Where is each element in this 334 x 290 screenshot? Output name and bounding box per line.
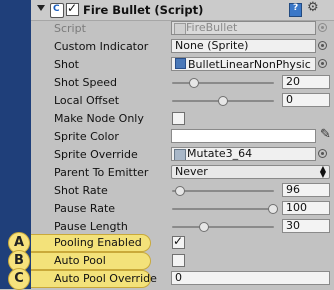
script-icon [50,3,64,18]
shot-rate-slider-track[interactable] [172,190,274,192]
sprite-color-label: Sprite Color [54,130,119,143]
row-sprite-color: Sprite Color ✎ [31,127,334,146]
pause-rate-slider-track[interactable] [172,208,274,210]
shot-value: BulletLinearNonPhysic [188,58,311,71]
custom-indicator-picker-icon[interactable] [318,41,327,50]
callout-badge-c: C [8,268,30,290]
pause-length-slider-track[interactable] [172,226,274,228]
script-field: FireBullet [171,21,316,35]
make-node-only-label: Make Node Only [54,112,144,125]
foldout-arrow-icon[interactable] [37,5,45,11]
parent-to-emitter-label: Parent To Emitter [54,166,149,179]
shot-speed-input[interactable]: 20 [282,75,330,89]
row-shot: Shot BulletLinearNonPhysic [31,56,334,74]
script-value: FireBullet [186,21,238,34]
pooling-enabled-label: Pooling Enabled [54,236,142,249]
row-shot-speed: Shot Speed 20 [31,74,334,92]
auto-pool-override-input[interactable]: 0 [171,271,330,285]
auto-pool-checkbox[interactable] [172,254,185,267]
sprite-thumbnail-icon [174,149,186,160]
row-pooling-enabled: Pooling Enabled [31,234,334,252]
shot-rate-slider-thumb[interactable] [175,186,185,196]
local-offset-slider-thumb[interactable] [218,96,228,106]
parent-to-emitter-value: Never [175,165,208,178]
auto-pool-label: Auto Pool [54,254,106,267]
pause-rate-input[interactable]: 100 [282,201,330,215]
shot-label: Shot [54,58,79,71]
inspector-panel: Fire Bullet (Script) ⚙ Script FireBullet… [31,0,334,289]
row-auto-pool-override: Auto Pool Override 0 [31,270,334,288]
pause-rate-label: Pause Rate [54,202,116,215]
make-node-only-checkbox[interactable] [172,112,185,125]
shot-picker-icon[interactable] [318,59,327,68]
shot-rate-input[interactable]: 96 [282,183,330,197]
parent-to-emitter-dropdown[interactable]: Never ▲ ▼ [171,165,330,179]
row-local-offset: Local Offset 0 [31,92,334,110]
row-make-node-only: Make Node Only [31,110,334,128]
local-offset-input[interactable]: 0 [282,93,330,107]
script-picker-icon [318,23,327,32]
row-sprite-override: Sprite Override Mutate3_64 [31,146,334,164]
shot-rate-label: Shot Rate [54,184,108,197]
row-parent-to-emitter: Parent To Emitter Never ▲ ▼ [31,164,334,182]
gear-icon[interactable]: ⚙ [307,0,319,15]
component-title: Fire Bullet (Script) [83,3,204,17]
sprite-override-picker-icon[interactable] [318,149,327,158]
row-custom-indicator: Custom Indicator None (Sprite) [31,38,334,56]
sprite-color-swatch[interactable] [171,129,316,143]
sprite-override-value: Mutate3_64 [187,147,253,160]
shot-speed-slider-track[interactable] [172,82,274,84]
row-pause-rate: Pause Rate 100 [31,200,334,218]
prefab-icon [175,58,186,69]
script-file-icon [174,23,186,34]
pause-length-input[interactable]: 30 [282,219,330,233]
pooling-enabled-checkbox[interactable] [172,234,185,249]
row-shot-rate: Shot Rate 96 [31,182,334,200]
row-script: Script FireBullet [31,20,334,38]
dropdown-arrows-icon: ▲ ▼ [319,164,326,179]
pause-rate-slider-thumb[interactable] [268,204,278,214]
component-enabled-checkbox[interactable] [66,1,79,16]
custom-indicator-label: Custom Indicator [54,40,149,53]
pause-length-slider-thumb[interactable] [199,222,209,232]
script-label: Script [54,22,86,35]
component-header[interactable]: Fire Bullet (Script) ⚙ [31,0,334,21]
eyedropper-icon[interactable]: ✎ [320,127,331,142]
row-auto-pool: Auto Pool [31,252,334,270]
sprite-override-label: Sprite Override [54,148,138,161]
pause-length-label: Pause Length [54,220,128,233]
shot-speed-label: Shot Speed [54,76,117,89]
shot-field[interactable]: BulletLinearNonPhysic [171,57,316,71]
auto-pool-override-label: Auto Pool Override [54,272,157,285]
sprite-override-field[interactable]: Mutate3_64 [171,147,316,161]
help-reference-icon[interactable] [289,3,302,17]
local-offset-label: Local Offset [54,94,120,107]
shot-speed-slider-thumb[interactable] [189,78,199,88]
custom-indicator-field[interactable]: None (Sprite) [171,39,316,53]
